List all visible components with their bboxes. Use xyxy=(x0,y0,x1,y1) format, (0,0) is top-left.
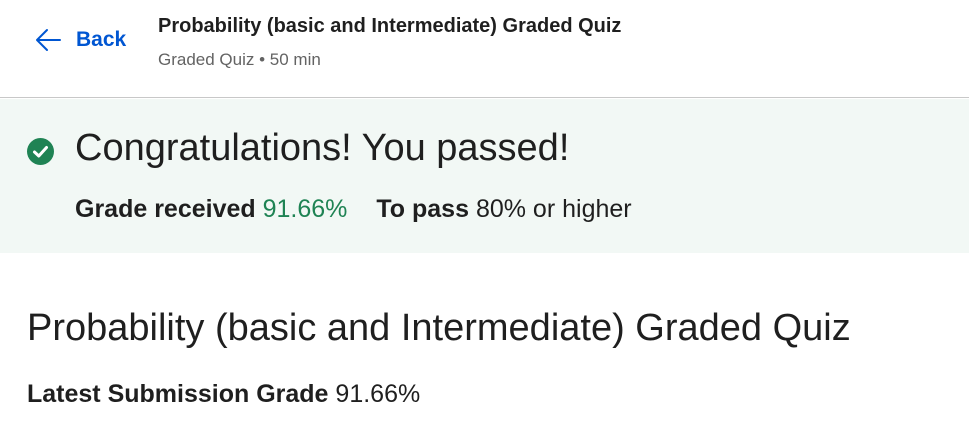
latest-submission-grade: Latest Submission Grade 91.66% xyxy=(27,380,420,409)
to-pass-value: 80% or higher xyxy=(475,195,632,223)
grade-received-value: 91.66% xyxy=(262,195,348,223)
header-meta: Graded Quiz • 50 min xyxy=(158,50,321,69)
submission-label: Latest Submission Grade xyxy=(27,380,329,408)
back-button[interactable]: Back xyxy=(34,28,126,52)
arrow-left-icon xyxy=(36,29,61,51)
back-label: Back xyxy=(76,28,127,51)
result-banner xyxy=(0,99,969,253)
grade-summary: Grade received 91.66% To pass 80% or hig… xyxy=(75,195,632,224)
check-circle-icon xyxy=(27,138,54,165)
to-pass-label: To pass xyxy=(376,195,469,223)
quiz-header: Back Probability (basic and Intermediate… xyxy=(0,0,969,98)
header-title: Probability (basic and Intermediate) Gra… xyxy=(158,15,622,37)
grade-received-label: Grade received xyxy=(75,195,256,223)
banner-title: Congratulations! You passed! xyxy=(75,127,570,169)
submission-value: 91.66% xyxy=(335,380,421,408)
page-title: Probability (basic and Intermediate) Gra… xyxy=(27,307,851,349)
